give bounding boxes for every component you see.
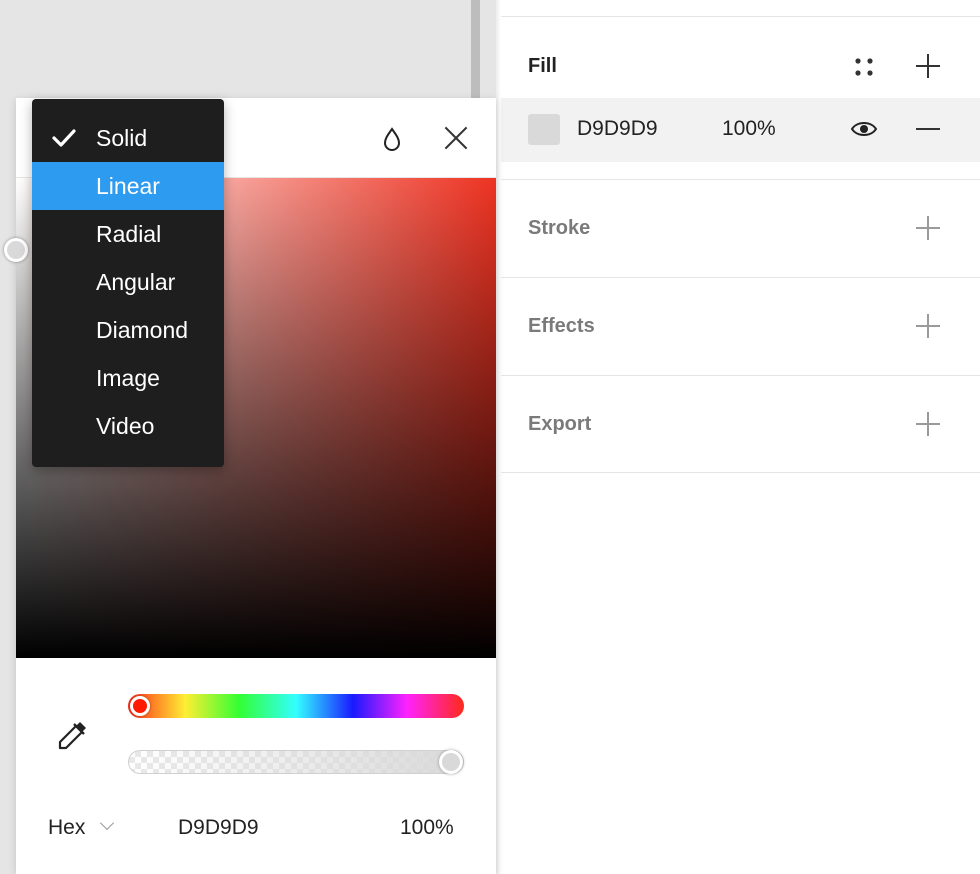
- properties-panel: Fill D9D9D9 100% Stroke Effects Export: [496, 0, 980, 874]
- close-icon[interactable]: [444, 126, 468, 150]
- hue-slider[interactable]: [128, 694, 464, 718]
- menu-item-linear[interactable]: Linear: [32, 162, 224, 210]
- canvas-scrollbar[interactable]: [471, 0, 480, 100]
- remove-fill-minus-icon[interactable]: [916, 128, 940, 130]
- add-fill-plus-icon[interactable]: [916, 54, 940, 78]
- fill-opacity-value[interactable]: 100%: [722, 117, 776, 141]
- chevron-down-icon[interactable]: [99, 815, 115, 831]
- menu-item-image[interactable]: Image: [32, 354, 224, 402]
- fill-hex-value[interactable]: D9D9D9: [577, 117, 658, 141]
- menu-item-video[interactable]: Video: [32, 402, 224, 450]
- divider: [496, 375, 980, 376]
- saturation-handle[interactable]: [4, 238, 28, 262]
- four-dots-icon[interactable]: [852, 56, 876, 80]
- stroke-section-title[interactable]: Stroke: [528, 217, 590, 240]
- fill-swatch[interactable]: [528, 114, 560, 145]
- check-icon: [52, 129, 76, 147]
- opacity-slider-handle[interactable]: [439, 750, 463, 774]
- color-mode-select[interactable]: Hex: [48, 816, 85, 840]
- divider: [496, 179, 980, 180]
- divider: [496, 277, 980, 278]
- menu-item-label: Linear: [96, 173, 160, 199]
- opacity-input[interactable]: 100%: [400, 816, 454, 840]
- menu-item-label: Solid: [96, 125, 148, 151]
- menu-item-radial[interactable]: Radial: [32, 210, 224, 258]
- menu-item-angular[interactable]: Angular: [32, 258, 224, 306]
- hex-input[interactable]: D9D9D9: [178, 816, 259, 840]
- fill-type-menu: Solid Linear Radial Angular Diamond Imag…: [32, 99, 224, 467]
- menu-item-label: Video: [96, 413, 155, 439]
- fill-row[interactable]: D9D9D9 100%: [496, 98, 980, 162]
- opacity-slider[interactable]: [128, 750, 464, 774]
- menu-item-solid[interactable]: Solid: [32, 114, 224, 162]
- effects-section-title[interactable]: Effects: [528, 315, 595, 338]
- menu-item-label: Image: [96, 365, 160, 391]
- menu-item-label: Radial: [96, 221, 162, 247]
- drop-icon[interactable]: [382, 126, 402, 152]
- export-section-title[interactable]: Export: [528, 413, 591, 436]
- panel-edge: [496, 0, 501, 874]
- menu-item-diamond[interactable]: Diamond: [32, 306, 224, 354]
- add-effect-plus-icon[interactable]: [916, 314, 940, 338]
- hue-slider-handle[interactable]: [130, 696, 150, 716]
- eyedropper-icon[interactable]: [56, 718, 90, 752]
- divider: [496, 16, 980, 17]
- menu-item-label: Diamond: [96, 317, 189, 343]
- eye-icon[interactable]: [850, 118, 878, 140]
- divider: [496, 472, 980, 473]
- menu-item-label: Angular: [96, 269, 176, 295]
- add-stroke-plus-icon[interactable]: [916, 216, 940, 240]
- add-export-plus-icon[interactable]: [916, 412, 940, 436]
- fill-section-title: Fill: [528, 55, 557, 77]
